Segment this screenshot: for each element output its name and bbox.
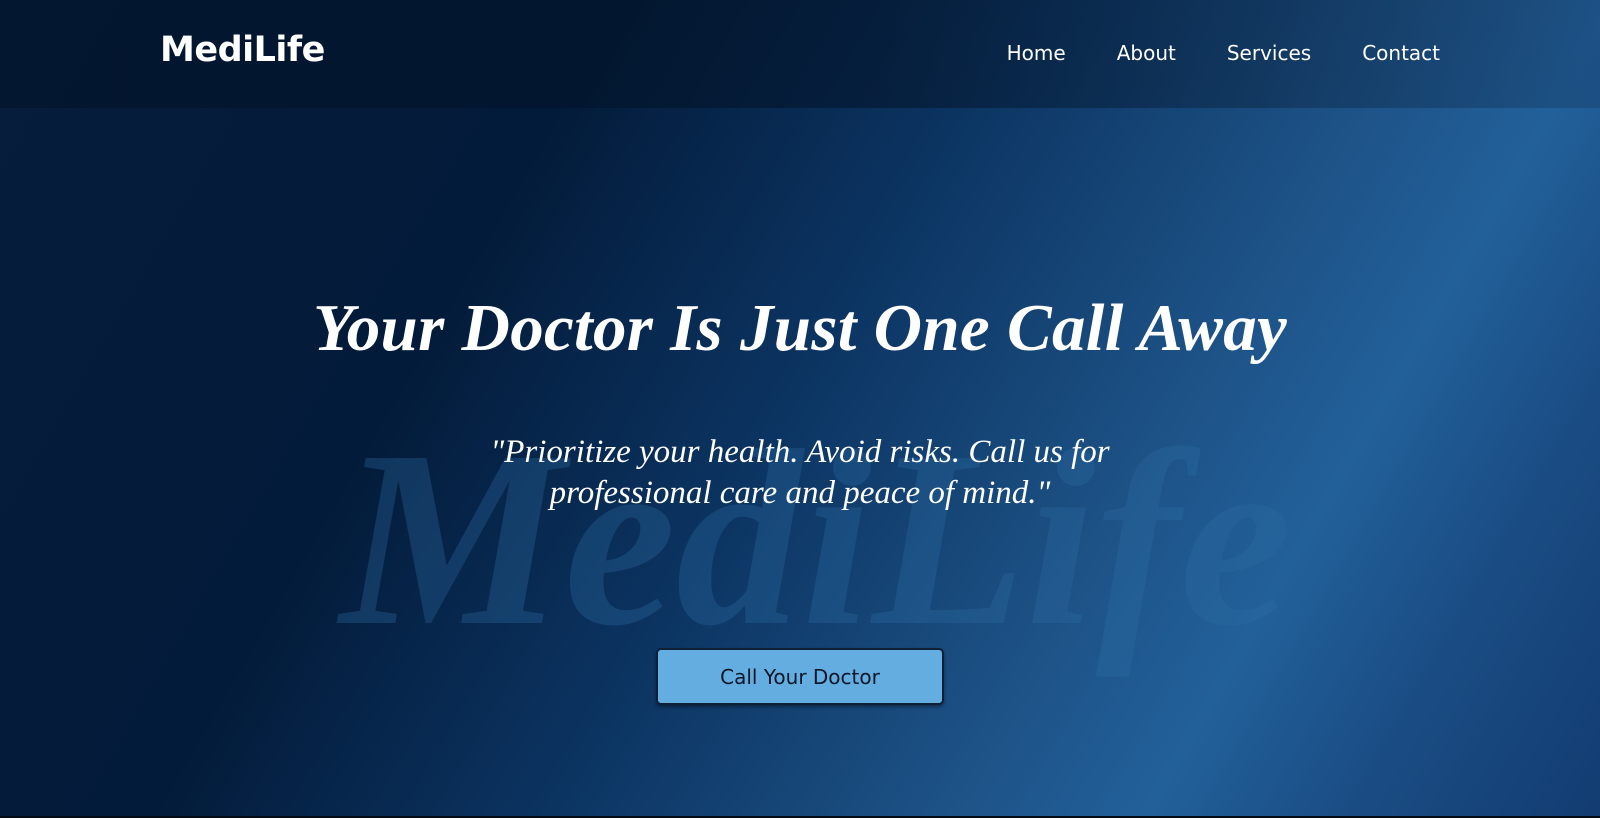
nav-link-about[interactable]: About [1117, 41, 1176, 65]
nav-item-contact: Contact [1311, 38, 1440, 68]
nav-item-home: Home [1007, 38, 1066, 68]
navbar: MediLife Home About Services Contact [0, 0, 1600, 108]
nav-item-services: Services [1176, 38, 1311, 68]
nav-menu: Home About Services Contact [1007, 38, 1440, 68]
nav-link-home[interactable]: Home [1007, 41, 1066, 65]
hero-title: Your Doctor Is Just One Call Away [312, 291, 1288, 365]
nav-item-about: About [1066, 38, 1176, 68]
nav-link-contact[interactable]: Contact [1362, 41, 1440, 65]
landing-page: MediLife Home About Services Contact Med… [0, 0, 1600, 818]
nav-link-services[interactable]: Services [1227, 41, 1311, 65]
brand-logo[interactable]: MediLife [160, 26, 325, 74]
hero-subtitle: "Prioritize your health. Avoid risks. Ca… [490, 434, 1110, 511]
call-your-doctor-button[interactable]: Call Your Doctor [656, 648, 944, 705]
